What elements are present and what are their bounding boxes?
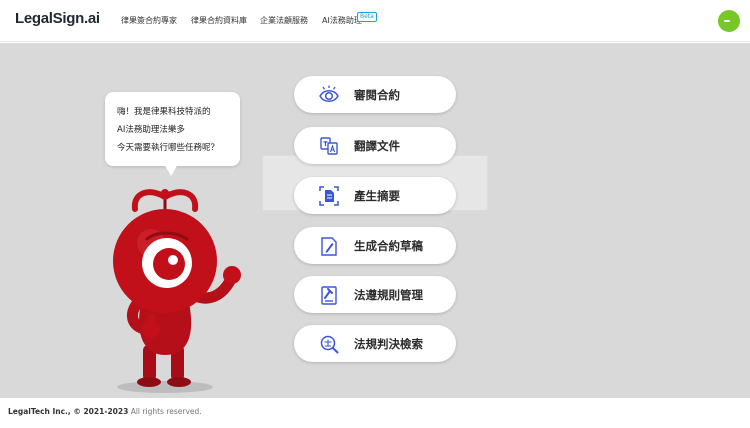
- summary-icon: [319, 186, 339, 206]
- compliance-icon: [321, 286, 337, 305]
- eye-icon: [319, 85, 339, 102]
- top-navigation-bar: LegalSign.ai 律果簽合約專家 律果合約資料庫 企業法顧服務 AI法務…: [0, 0, 750, 42]
- translate-icon: [320, 137, 338, 155]
- review-contract-label: 審閱合約: [354, 88, 400, 102]
- greeting-line-3: 今天需要執行哪些任務呢？: [117, 143, 220, 153]
- greeting-line-2: AI法務助理法樂多: [117, 125, 185, 135]
- generate-summary-label: 產生摘要: [354, 189, 400, 203]
- logo[interactable]: LegalSign.ai: [15, 10, 100, 27]
- compliance-rules-button[interactable]: 法遵規則管理: [294, 276, 456, 313]
- mascot-illustration: [113, 189, 241, 393]
- greeting-line-1: 嗨！我是律果科技特派的: [117, 107, 211, 117]
- draft-pen-icon: [321, 237, 337, 256]
- generate-summary-button[interactable]: 產生摘要: [294, 177, 456, 214]
- translate-document-button[interactable]: 翻譯文件: [294, 127, 456, 164]
- translate-document-label: 翻譯文件: [354, 139, 400, 153]
- footer-company: LegalTech Inc., © 2021-2023: [8, 407, 129, 416]
- footer-rights: All rights reserved.: [130, 407, 202, 416]
- generate-contract-draft-label: 生成合約草稿: [354, 239, 423, 253]
- footer-copyright: LegalTech Inc., © 2021-2023 All rights r…: [8, 407, 202, 416]
- compliance-rules-label: 法遵規則管理: [354, 288, 423, 302]
- avatar-mark: [724, 20, 730, 22]
- nav-item-contract-database[interactable]: 律果合約資料庫: [191, 15, 247, 26]
- nav-item-contract-expert[interactable]: 律果簽合約專家: [121, 15, 177, 26]
- speech-bubble-tail: [164, 164, 178, 176]
- search-law-icon: [320, 335, 339, 354]
- speech-bubble: 嗨！我是律果科技特派的 AI法務助理法樂多 今天需要執行哪些任務呢？: [105, 92, 240, 166]
- regulation-search-label: 法規判決檢索: [354, 337, 423, 351]
- regulation-search-button[interactable]: 法規判決檢索: [294, 325, 456, 362]
- main-content-area: 嗨！我是律果科技特派的 AI法務助理法樂多 今天需要執行哪些任務呢？ 審閱合約 …: [0, 43, 750, 398]
- beta-badge: Beta: [357, 12, 377, 22]
- nav-item-ai-legal-assistant[interactable]: AI法務助理: [322, 15, 362, 26]
- footer: LegalTech Inc., © 2021-2023 All rights r…: [0, 398, 750, 428]
- review-contract-button[interactable]: 審閱合約: [294, 76, 456, 113]
- nav-item-legal-advisory[interactable]: 企業法顧服務: [260, 15, 308, 26]
- generate-contract-draft-button[interactable]: 生成合約草稿: [294, 227, 456, 264]
